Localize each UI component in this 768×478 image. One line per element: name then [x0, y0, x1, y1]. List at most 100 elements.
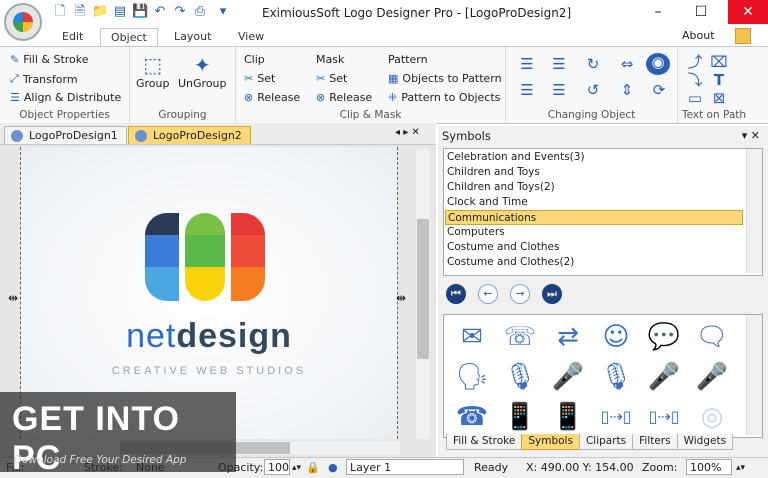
canvas-vertical-scrollbar[interactable]: [416, 149, 430, 439]
flip-horizontal-icon[interactable]: ⇔: [618, 55, 636, 73]
clip-release-button[interactable]: ⊗ Release: [244, 91, 300, 104]
tab-view[interactable]: View: [228, 28, 274, 46]
scroll-thumb[interactable]: [417, 219, 429, 359]
text-on-path-icon[interactable]: ⤴: [686, 53, 704, 71]
open-folder-icon[interactable]: 📁: [92, 4, 108, 20]
last-page-icon[interactable]: ⏭: [542, 284, 562, 304]
list-item-selected[interactable]: Communications: [445, 210, 743, 225]
rotate-minus-90-icon[interactable]: ↺: [584, 81, 602, 99]
person-phone-icon[interactable]: ☏: [500, 319, 540, 355]
list-scrollbar[interactable]: [746, 149, 762, 273]
mobile-phone-icon[interactable]: 📱: [500, 399, 540, 435]
align-left-icon[interactable]: ☰: [518, 55, 536, 73]
fill-stroke-button[interactable]: ✎ Fill & Stroke: [10, 53, 89, 66]
pattern-to-objects-button[interactable]: ⁜ Pattern to Objects: [388, 91, 500, 104]
tab-symbols[interactable]: Symbols: [521, 434, 580, 450]
ungroup-button[interactable]: ✦ UnGroup: [178, 53, 227, 90]
group-button[interactable]: ⬚ Group: [136, 53, 170, 90]
resize-handle-right-icon[interactable]: ⇹: [396, 291, 406, 305]
align-bottom-icon[interactable]: ☰: [550, 81, 568, 99]
chat-bubble-icon[interactable]: 💬: [644, 319, 684, 355]
list-item[interactable]: Children and Toys: [445, 165, 743, 180]
align-distribute-button[interactable]: ☰ Align & Distribute: [10, 91, 121, 104]
flip-vertical-icon[interactable]: ⇕: [618, 81, 636, 99]
new-template-icon[interactable]: 🗎: [72, 4, 88, 20]
eye-icon[interactable]: ◉: [646, 53, 670, 75]
layer-select[interactable]: Layer 1: [346, 459, 464, 475]
list-item[interactable]: Celebration and Events(3): [445, 150, 743, 165]
doc-tab-2[interactable]: LogoProDesign2: [128, 126, 251, 144]
list-item[interactable]: Costume and Clothes(2): [445, 255, 743, 270]
phone-transfer-icon[interactable]: ▯⇢▯: [596, 399, 636, 435]
tab-layout[interactable]: Layout: [164, 28, 221, 46]
panel-controls-icon[interactable]: ▾ ✕: [742, 126, 760, 146]
next-page-icon[interactable]: →: [510, 284, 530, 304]
objects-to-pattern-button[interactable]: ▦ Objects to Pattern: [388, 72, 502, 85]
tab-edit[interactable]: Edit: [52, 28, 93, 46]
rotate-free-icon[interactable]: ⟳: [650, 81, 668, 99]
tab-object[interactable]: Object: [100, 28, 158, 47]
doc-tab-nav-icon[interactable]: ◂ ▸ ✕: [395, 127, 420, 138]
rotate-90-icon[interactable]: ↻: [584, 55, 602, 73]
maximize-button[interactable]: ☐: [683, 0, 719, 24]
text-path-remove-icon[interactable]: ⊠: [710, 89, 728, 107]
opacity-spinner-icon[interactable]: ▴▾: [292, 460, 301, 476]
tab-filters[interactable]: Filters: [632, 434, 678, 450]
new-file-icon[interactable]: 🗋: [52, 4, 68, 20]
list-item[interactable]: Computers: [445, 225, 743, 240]
list-item[interactable]: Costume and Clothes: [445, 240, 743, 255]
speaking-head-icon[interactable]: 🗣: [452, 359, 492, 395]
microphone-icon-2[interactable]: 🎙: [596, 359, 636, 395]
text-path-align-icon[interactable]: ▭: [686, 89, 704, 107]
resize-handle-left-icon[interactable]: ⇹: [8, 291, 18, 305]
arrows-icon[interactable]: ⇄: [548, 319, 588, 355]
microphone-handheld-icon[interactable]: 🎤: [692, 359, 732, 395]
tab-cliparts[interactable]: Cliparts: [578, 434, 634, 450]
tab-fill-stroke[interactable]: Fill & Stroke: [446, 434, 523, 450]
mobile-phone-icon-2[interactable]: 📱: [548, 399, 588, 435]
mask-release-button[interactable]: ⊗ Release: [316, 91, 372, 104]
redo-icon[interactable]: ↷: [172, 4, 188, 20]
symbol-category-list[interactable]: Celebration and Events(3) Children and T…: [443, 148, 763, 276]
skin-icon[interactable]: [735, 28, 751, 44]
align-top-icon[interactable]: ☰: [518, 81, 536, 99]
group-changing-object: ☰ ☰ ↻ ⇔ ◉ ☰ ☰ ↺ ⇕ ⟳ Changing Object: [506, 47, 678, 123]
microphone-icon[interactable]: 🎙: [500, 359, 540, 395]
mask-set-button[interactable]: ✂ Set: [316, 72, 347, 85]
mask-title: Mask: [316, 53, 345, 66]
opacity-input[interactable]: 100: [264, 459, 290, 475]
phone-transfer-icon-2[interactable]: ▯⇢▯: [644, 399, 684, 435]
text-path-edit-icon[interactable]: ⌧: [710, 53, 728, 71]
doc-tab-1[interactable]: LogoProDesign1: [4, 126, 127, 144]
minimize-button[interactable]: –: [640, 0, 676, 24]
tab-widgets[interactable]: Widgets: [676, 434, 734, 450]
face-sound-icon[interactable]: ☺: [596, 319, 636, 355]
chat-bubbles-icon[interactable]: 🗨: [692, 319, 732, 355]
list-item[interactable]: Children and Toys(2): [445, 180, 743, 195]
mail-icon[interactable]: ✉: [452, 319, 492, 355]
first-page-icon[interactable]: ⏮: [446, 284, 466, 304]
zoom-spinner-icon[interactable]: ▴▾: [736, 460, 745, 476]
logo-graphic[interactable]: [21, 147, 399, 317]
align-right-icon[interactable]: ☰: [550, 55, 568, 73]
transform-button[interactable]: ⤢ Transform: [10, 72, 78, 86]
close-button[interactable]: ✕: [728, 0, 768, 24]
list-item[interactable]: Clock and Time: [445, 195, 743, 210]
telephone-icon[interactable]: ☎: [452, 399, 492, 435]
save-icon[interactable]: 💾: [132, 4, 148, 20]
gallery-scrollbar[interactable]: [746, 315, 762, 435]
about-link[interactable]: About: [682, 29, 715, 42]
undo-icon[interactable]: ↶: [152, 4, 168, 20]
microphone-stand-icon[interactable]: 🎤: [548, 359, 588, 395]
lock-icon[interactable]: 🔒: [306, 460, 320, 476]
microphone-desk-icon[interactable]: 🎤: [644, 359, 684, 395]
qat-dropdown-icon[interactable]: ▾: [212, 4, 234, 20]
zoom-input[interactable]: 100%: [686, 459, 732, 475]
text-icon[interactable]: T: [710, 71, 728, 89]
print-icon[interactable]: ⎙: [192, 4, 208, 20]
text-path-flip-icon[interactable]: ⤵: [686, 71, 704, 89]
mobile-phone-icon-3[interactable]: ◎: [692, 399, 732, 435]
properties-icon[interactable]: ▤: [112, 4, 128, 20]
clip-set-button[interactable]: ✂ Set: [244, 72, 275, 85]
prev-page-icon[interactable]: ←: [478, 284, 498, 304]
